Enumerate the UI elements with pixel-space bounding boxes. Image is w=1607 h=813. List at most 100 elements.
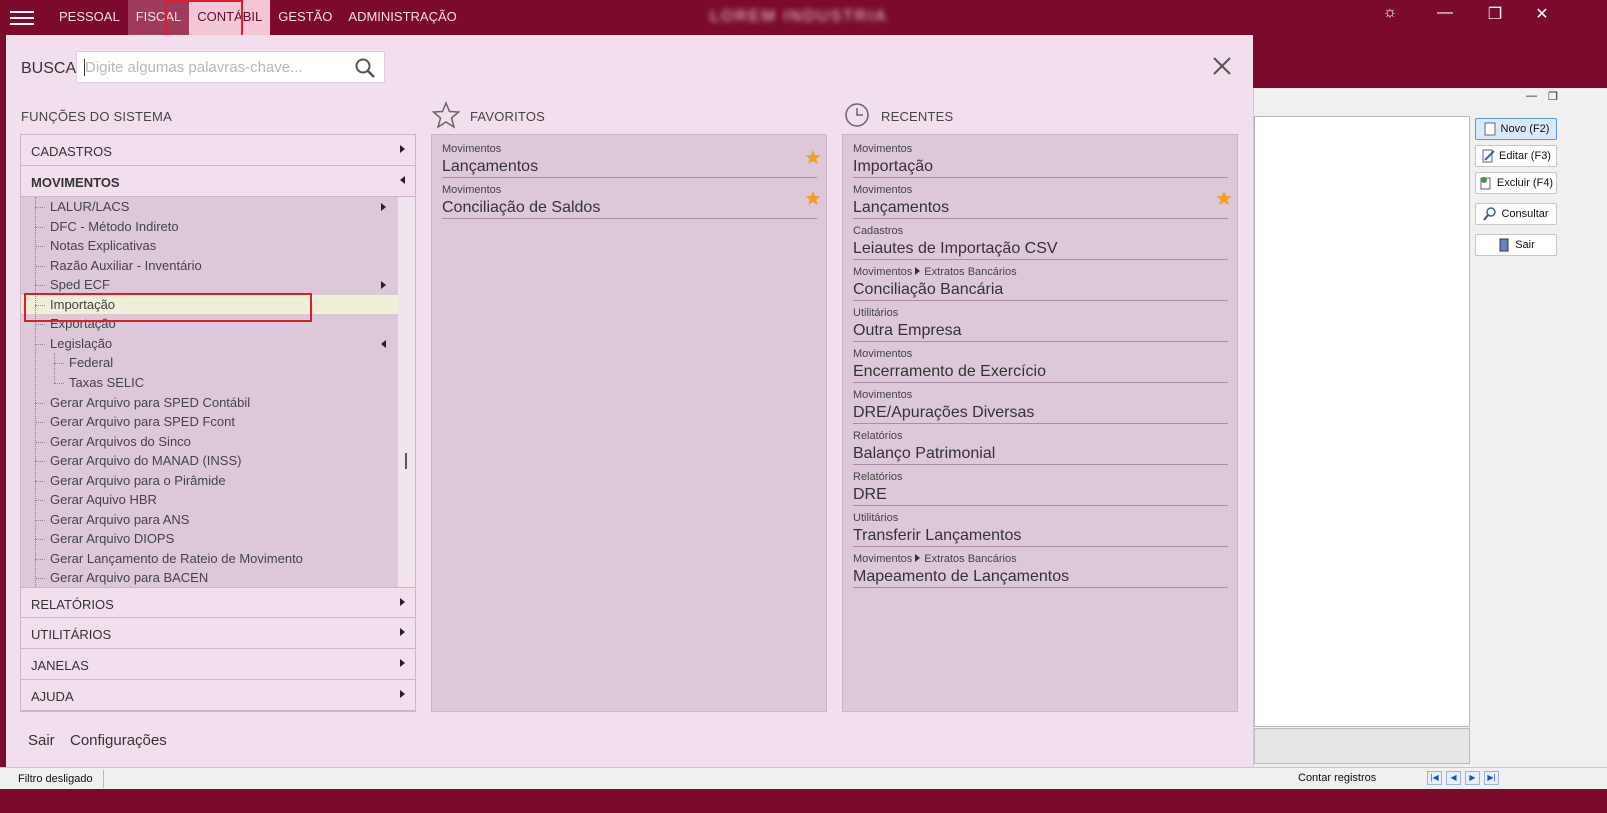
hamburger-menu-icon[interactable] (10, 7, 34, 27)
grid-footer (1254, 728, 1470, 764)
novo-button[interactable]: Novo (F2) (1475, 118, 1557, 140)
recent-entry[interactable]: Movimentos Extratos Bancários Mapeamento d… (853, 547, 1228, 588)
tree-connector (35, 402, 45, 404)
tree-scrollbar[interactable] (398, 197, 415, 587)
tree-item[interactable]: Gerar Arquivo para ANS (21, 510, 398, 530)
tree-vertical-line (35, 197, 36, 587)
tree-item[interactable]: Notas Explicativas (21, 236, 398, 256)
entry-category-label: Movimentos (442, 143, 502, 155)
next-record-icon[interactable]: ▶ (1465, 771, 1480, 785)
tree-item[interactable]: Taxas SELIC (21, 373, 398, 393)
close-window-button[interactable]: ✕ (1527, 4, 1557, 24)
tree-item[interactable]: Federal (21, 353, 398, 373)
minimize-button[interactable]: — (1430, 4, 1460, 22)
entry-category: Movimentos (853, 348, 912, 360)
prev-record-icon[interactable]: ◀ (1446, 771, 1461, 785)
tree-item[interactable]: LALUR/LACS (21, 197, 398, 217)
entry-name: DRE/Apurações Diversas (853, 404, 1035, 421)
scrollbar-thumb[interactable] (405, 453, 407, 469)
tree-item[interactable]: Gerar Arquivo do MANAD (INSS) (21, 451, 398, 471)
recent-entry[interactable]: Movimentos Extratos Bancários Conciliação … (853, 260, 1228, 301)
tree-item[interactable]: Gerar Arquivo para SPED Fcont (21, 412, 398, 432)
excluir-label: Excluir (F4) (1496, 177, 1554, 189)
tree-item-label: Gerar Arquivo DIOPS (50, 531, 175, 547)
data-grid[interactable] (1254, 116, 1470, 727)
recent-entry[interactable]: Utilitários Outra Empresa (853, 301, 1228, 342)
sair-button[interactable]: Sair (1475, 234, 1557, 256)
accordion-relatorios[interactable]: RELATÓRIOS (21, 587, 415, 618)
search-label: BUSCA (21, 60, 77, 77)
recent-entry[interactable]: Utilitários Transferir Lançamentos (853, 506, 1228, 547)
entry-category-label: Movimentos (442, 184, 502, 196)
tree-item[interactable]: Gerar Lançamento de Rateio de Movimento (21, 549, 398, 569)
tree-item[interactable]: Gerar Arquivo para BACEN (21, 568, 398, 587)
menu-pessoal[interactable]: PESSOAL (51, 0, 128, 35)
menu-administracao[interactable]: ADMINISTRAÇÃO (340, 0, 464, 35)
tree-item[interactable]: Gerar Aquivo HBR (21, 490, 398, 510)
accordion-utilitarios[interactable]: UTILITÁRIOS (21, 618, 415, 649)
main-menu: PESSOAL FISCAL CONTÁBIL GESTÃO ADMINISTR… (51, 0, 465, 35)
star-filled-icon[interactable] (1216, 190, 1232, 209)
tree-item[interactable]: Gerar Arquivo para o Pirâmide (21, 471, 398, 491)
count-records-link[interactable]: Contar registros (1298, 772, 1376, 784)
recent-entry[interactable]: Relatórios DRE (853, 465, 1228, 506)
recent-entry[interactable]: Movimentos Importação (853, 137, 1228, 178)
accordion-movimentos[interactable]: MOVIMENTOS (21, 166, 415, 197)
configuracoes-link[interactable]: Configurações (70, 732, 167, 749)
favorites-entry[interactable]: Movimentos Lançamentos (442, 137, 821, 178)
child-restore-icon[interactable]: ❐ (1548, 90, 1558, 103)
tree-item[interactable]: Legislação (21, 334, 398, 354)
tree-item[interactable]: Gerar Arquivos do Sinco (21, 432, 398, 452)
tree-item-label: Gerar Arquivo para SPED Contábil (50, 394, 251, 410)
window-title: LOREM INDUSTRIA (710, 8, 888, 25)
search-box (76, 51, 385, 83)
entry-name: Importação (853, 158, 934, 175)
recent-entry[interactable]: Movimentos Lançamentos (853, 178, 1232, 219)
search-input[interactable] (85, 52, 347, 82)
consultar-button[interactable]: Consultar (1475, 203, 1557, 225)
tree-item-label: Sped ECF (50, 277, 110, 293)
search-icon[interactable] (354, 57, 376, 82)
tree-item[interactable]: Razão Auxiliar - Inventário (21, 256, 398, 276)
tree-item[interactable]: Gerar Arquivo DIOPS (21, 529, 398, 549)
entry-category-label: Relatórios (853, 430, 903, 442)
tree-item-label: Taxas SELIC (69, 374, 145, 390)
chevron-right-icon (400, 628, 405, 636)
theme-sun-icon[interactable]: ☼ (1375, 4, 1405, 22)
recent-entry[interactable]: Movimentos DRE/Apurações Diversas (853, 383, 1228, 424)
restore-button[interactable]: ❐ (1480, 4, 1510, 24)
recent-entry[interactable]: Relatórios Balanço Patrimonial (853, 424, 1228, 465)
accordion-ajuda[interactable]: AJUDA (21, 680, 415, 711)
entry-name: Conciliação Bancária (853, 281, 1004, 298)
chevron-right-icon (381, 281, 386, 290)
editar-label: Editar (F3) (1499, 150, 1551, 162)
tree-connector (35, 285, 45, 287)
entry-category-label: Movimentos (853, 348, 913, 360)
accordion-ajuda-label: AJUDA (31, 689, 74, 704)
menu-gestao[interactable]: GESTÃO (270, 0, 340, 35)
star-filled-icon[interactable] (805, 190, 821, 209)
tree-item[interactable]: Gerar Arquivo para SPED Contábil (21, 393, 398, 413)
last-record-icon[interactable]: ▶| (1484, 771, 1499, 785)
accordion-cadastros[interactable]: CADASTROS (21, 135, 415, 166)
first-record-icon[interactable]: |◀ (1427, 771, 1442, 785)
close-icon[interactable] (1211, 55, 1233, 77)
favorites-entry[interactable]: Movimentos Conciliação de Saldos (442, 178, 821, 219)
editar-button[interactable]: Editar (F3) (1475, 145, 1557, 167)
tree-item[interactable]: DFC - Método Indireto (21, 217, 398, 237)
star-filled-icon[interactable] (805, 149, 821, 168)
entry-subcategory-label: Extratos Bancários (924, 266, 1017, 278)
entry-category: Cadastros (853, 225, 903, 237)
sair-link[interactable]: Sair (28, 732, 55, 749)
recent-entry[interactable]: Movimentos Encerramento de Exercício (853, 342, 1228, 383)
excluir-button[interactable]: Excluir (F4) (1475, 172, 1557, 194)
accordion-janelas[interactable]: JANELAS (21, 649, 415, 680)
tree-item[interactable]: Sped ECF (21, 275, 398, 295)
tree-item-label: Gerar Arquivo do MANAD (INSS) (50, 453, 242, 469)
recent-entry[interactable]: Cadastros Leiautes de Importação CSV (853, 219, 1228, 260)
tree-connector (35, 500, 45, 502)
tree-item-label: LALUR/LACS (50, 199, 130, 214)
tree-connector (35, 441, 45, 443)
tree-connector (35, 324, 45, 326)
child-minimize-icon[interactable]: — (1526, 90, 1537, 102)
